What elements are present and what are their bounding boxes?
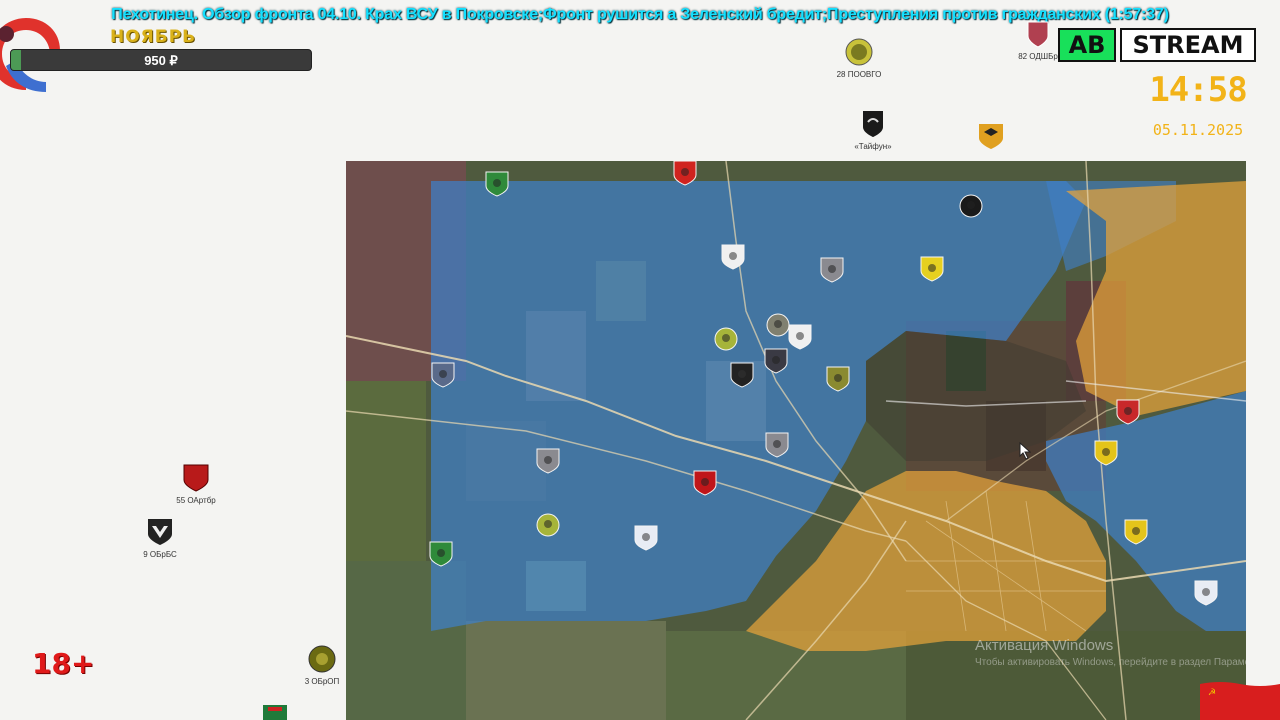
map-unit-u1 bbox=[485, 171, 509, 197]
stream-title: Пехотинец. Обзор фронта 04.10. Крах ВСУ … bbox=[111, 6, 1169, 23]
green-emblem-icon bbox=[263, 705, 287, 720]
map-unit-u7 bbox=[714, 326, 738, 352]
yellow-lion-emblem-icon bbox=[1094, 440, 1118, 466]
age-rating: 18+ bbox=[32, 647, 95, 680]
unit-55-oartbr: 55 ОАртбр bbox=[166, 464, 226, 505]
map-unit-u22 bbox=[1124, 519, 1148, 545]
red-wing-emblem-icon bbox=[1116, 399, 1140, 425]
abstream-logo: AB STREAM bbox=[1058, 28, 1256, 62]
red-cross-emblem-icon bbox=[673, 160, 697, 186]
blue-white-emblem-icon bbox=[1194, 580, 1218, 606]
unit-label: 82 ОДШБр bbox=[1018, 52, 1058, 61]
round-olive-emblem-icon bbox=[308, 645, 336, 673]
black-white-emblem-icon bbox=[730, 362, 754, 388]
donation-amount: 950 ₽ bbox=[144, 53, 178, 68]
map-unit-u11 bbox=[826, 366, 850, 392]
map-unit-u12 bbox=[431, 362, 455, 388]
white-winged-emblem-icon bbox=[148, 519, 172, 545]
grey-emblem-icon bbox=[765, 432, 789, 458]
mouse-cursor-icon bbox=[1019, 442, 1031, 460]
white-shield-emblem-icon bbox=[721, 244, 745, 270]
trident-emblem-icon bbox=[431, 362, 455, 388]
red-black-emblem-icon bbox=[693, 470, 717, 496]
svg-text:☭: ☭ bbox=[1208, 688, 1216, 698]
green-round-emblem-icon bbox=[714, 327, 738, 351]
grey-emblem-icon bbox=[536, 448, 560, 474]
yellow-black-emblem-icon bbox=[920, 256, 944, 282]
map-unit-u20 bbox=[1094, 440, 1118, 466]
round-green-emblem-icon bbox=[845, 38, 873, 66]
unit-label: 55 ОАртбр bbox=[176, 496, 216, 505]
orange-shield-emblem-icon bbox=[979, 124, 1003, 149]
map-unit-u4 bbox=[721, 244, 745, 270]
unit-28-poovgo: 28 ПООВГО bbox=[828, 38, 890, 79]
map-unit-u10 bbox=[730, 362, 754, 388]
unit-orange bbox=[978, 122, 1004, 150]
shield-emblem-icon bbox=[1027, 21, 1049, 48]
white-shield-emblem-icon bbox=[788, 324, 812, 350]
black-shield-emblem-icon bbox=[863, 111, 883, 137]
windows-activation-title: Активация Windows bbox=[975, 637, 1114, 654]
clock-time: 14:58 bbox=[1149, 70, 1247, 110]
unit-9-obrbs: 9 ОБрБС bbox=[130, 518, 190, 559]
map-unit-u14 bbox=[693, 470, 717, 496]
donation-goal-bar: 950 ₽ bbox=[10, 49, 312, 71]
unit-3-obron: 3 ОБрОП bbox=[292, 645, 352, 686]
map-unit-u16 bbox=[536, 512, 560, 538]
olive-emblem-icon bbox=[826, 366, 850, 392]
unit-partial-bottom bbox=[262, 704, 288, 720]
dark-emblem-icon bbox=[764, 348, 788, 374]
clock-date: 05.11.2025 bbox=[1152, 121, 1244, 139]
map-unit-u3 bbox=[959, 193, 983, 219]
grey-emblem-icon bbox=[820, 257, 844, 283]
unit-label: «Тайфун» bbox=[854, 142, 892, 151]
unit-label: 9 ОБрБС bbox=[143, 550, 177, 559]
unit-82-odshbr: 82 ОДШБр bbox=[1008, 20, 1068, 61]
windows-activation-text: Чтобы активировать Windows, перейдите в … bbox=[975, 657, 1246, 668]
unit-taifun: «Тайфун» bbox=[845, 110, 901, 151]
map-unit-u6 bbox=[920, 256, 944, 282]
unit-label: 3 ОБрОП bbox=[304, 677, 340, 686]
map-unit-u5 bbox=[820, 257, 844, 283]
red-shield-emblem-icon bbox=[183, 464, 209, 492]
green-shield-emblem-icon bbox=[429, 541, 453, 567]
map-unit-u23 bbox=[1194, 580, 1218, 606]
map-unit-u15 bbox=[765, 432, 789, 458]
map-unit-u21 bbox=[536, 448, 560, 474]
unit-label: 28 ПООВГО bbox=[836, 70, 882, 79]
map-unit-u17 bbox=[634, 525, 658, 551]
blue-white-emblem-icon bbox=[634, 525, 658, 551]
green-shield-emblem-icon bbox=[485, 171, 509, 197]
map-unit-u2 bbox=[673, 160, 697, 186]
black-red-round-emblem-icon bbox=[959, 194, 983, 218]
map-unit-u18 bbox=[429, 541, 453, 567]
yellow-emblem-icon bbox=[1124, 519, 1148, 545]
map-unit-u19 bbox=[1116, 399, 1140, 425]
map-unit-u13 bbox=[764, 348, 788, 374]
grey-round-emblem-icon bbox=[766, 313, 790, 337]
green-round-emblem-icon bbox=[536, 513, 560, 537]
map-unit-u9 bbox=[788, 324, 812, 350]
goal-month: НОЯБРЬ bbox=[110, 27, 197, 47]
logo-stream: STREAM bbox=[1120, 28, 1256, 62]
stream-frame: Активация Windows Чтобы активировать Win… bbox=[0, 0, 1280, 720]
map-unit-u8 bbox=[766, 312, 790, 338]
red-flag-icon: ☭ bbox=[1200, 682, 1280, 720]
